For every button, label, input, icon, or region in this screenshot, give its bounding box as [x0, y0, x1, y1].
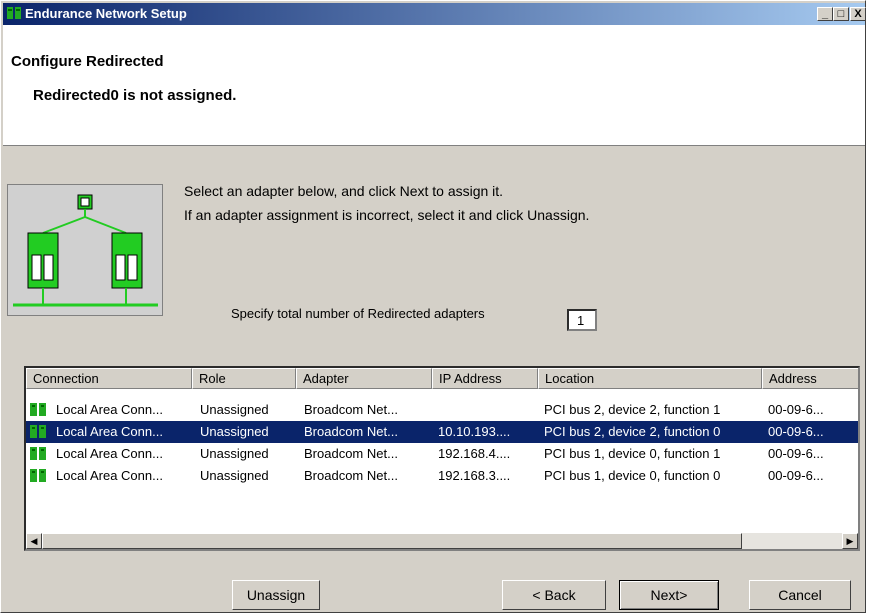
location-cell: PCI bus 1, device 0, function 0	[544, 468, 721, 483]
network-topology-icon	[13, 194, 158, 307]
setup-window: Endurance Network Setup _ □ X Configure …	[0, 0, 866, 613]
wizard-header: Configure Redirected Redirected0 is not …	[3, 25, 865, 146]
adapter-cell: Broadcom Net...	[304, 424, 398, 439]
network-adapter-icon	[30, 403, 46, 416]
scroll-thumb[interactable]	[42, 533, 742, 549]
scroll-left-icon[interactable]: ◀	[26, 533, 42, 549]
instruction-line-1: Select an adapter below, and click Next …	[184, 183, 504, 199]
back-button[interactable]: < Back	[502, 580, 606, 610]
minimize-button[interactable]: _	[817, 7, 833, 21]
connection-cell: Local Area Conn...	[56, 402, 163, 417]
unassign-button[interactable]: Unassign	[232, 580, 320, 610]
location-cell: PCI bus 2, device 2, function 0	[544, 424, 721, 439]
network-adapter-icon	[30, 447, 46, 460]
column-connection[interactable]: Connection	[26, 368, 192, 389]
table-row[interactable]: Local Area Conn... Unassigned Broadcom N…	[26, 399, 858, 421]
connection-cell: Local Area Conn...	[56, 446, 163, 461]
table-row[interactable]: Local Area Conn... Unassigned Broadcom N…	[26, 465, 858, 487]
ip-cell: 10.10.193....	[438, 424, 511, 439]
adapter-list[interactable]: Connection Role Adapter IP Address Locat…	[24, 366, 860, 551]
maximize-button[interactable]: □	[833, 7, 849, 21]
address-cell: 00-09-6...	[768, 402, 824, 417]
ip-cell: 192.168.4....	[438, 446, 511, 461]
window-title: Endurance Network Setup	[25, 6, 187, 21]
address-cell: 00-09-6...	[768, 446, 824, 461]
column-address[interactable]: Address	[762, 368, 858, 389]
column-location[interactable]: Location	[538, 368, 762, 389]
network-diagram-image	[7, 184, 163, 316]
scroll-right-icon[interactable]: ▶	[842, 533, 858, 549]
role-cell: Unassigned	[200, 468, 269, 483]
ip-cell: 192.168.3....	[438, 468, 511, 483]
table-row-selected[interactable]: Local Area Conn... Unassigned Broadcom N…	[26, 421, 858, 443]
table-row[interactable]: Local Area Conn... Unassigned Broadcom N…	[26, 443, 858, 465]
address-cell: 00-09-6...	[768, 424, 824, 439]
column-role[interactable]: Role	[192, 368, 296, 389]
adapter-count-input[interactable]: 1	[567, 309, 597, 331]
connection-cell: Local Area Conn...	[56, 468, 163, 483]
location-cell: PCI bus 2, device 2, function 1	[544, 402, 721, 417]
adapter-cell: Broadcom Net...	[304, 446, 398, 461]
page-subtitle: Redirected0 is not assigned.	[33, 87, 237, 104]
adapter-count-label: Specify total number of Redirected adapt…	[231, 306, 485, 321]
adapter-cell: Broadcom Net...	[304, 468, 398, 483]
role-cell: Unassigned	[200, 402, 269, 417]
column-ip-address[interactable]: IP Address	[432, 368, 538, 389]
connection-cell: Local Area Conn...	[56, 424, 163, 439]
title-bar[interactable]: Endurance Network Setup _ □ X	[3, 3, 866, 25]
page-title: Configure Redirected	[11, 53, 164, 70]
cancel-button[interactable]: Cancel	[749, 580, 851, 610]
network-adapter-icon	[30, 469, 46, 482]
close-button[interactable]: X	[850, 7, 866, 21]
list-header: Connection Role Adapter IP Address Locat…	[26, 368, 858, 389]
network-adapter-icon	[30, 425, 46, 438]
horizontal-scrollbar[interactable]: ◀ ▶	[26, 533, 858, 549]
role-cell: Unassigned	[200, 446, 269, 461]
address-cell: 00-09-6...	[768, 468, 824, 483]
network-app-icon	[7, 7, 21, 19]
location-cell: PCI bus 1, device 0, function 1	[544, 446, 721, 461]
instruction-line-2: If an adapter assignment is incorrect, s…	[184, 207, 590, 223]
column-adapter[interactable]: Adapter	[296, 368, 432, 389]
adapter-cell: Broadcom Net...	[304, 402, 398, 417]
role-cell: Unassigned	[200, 424, 269, 439]
next-button[interactable]: Next>	[619, 580, 719, 610]
